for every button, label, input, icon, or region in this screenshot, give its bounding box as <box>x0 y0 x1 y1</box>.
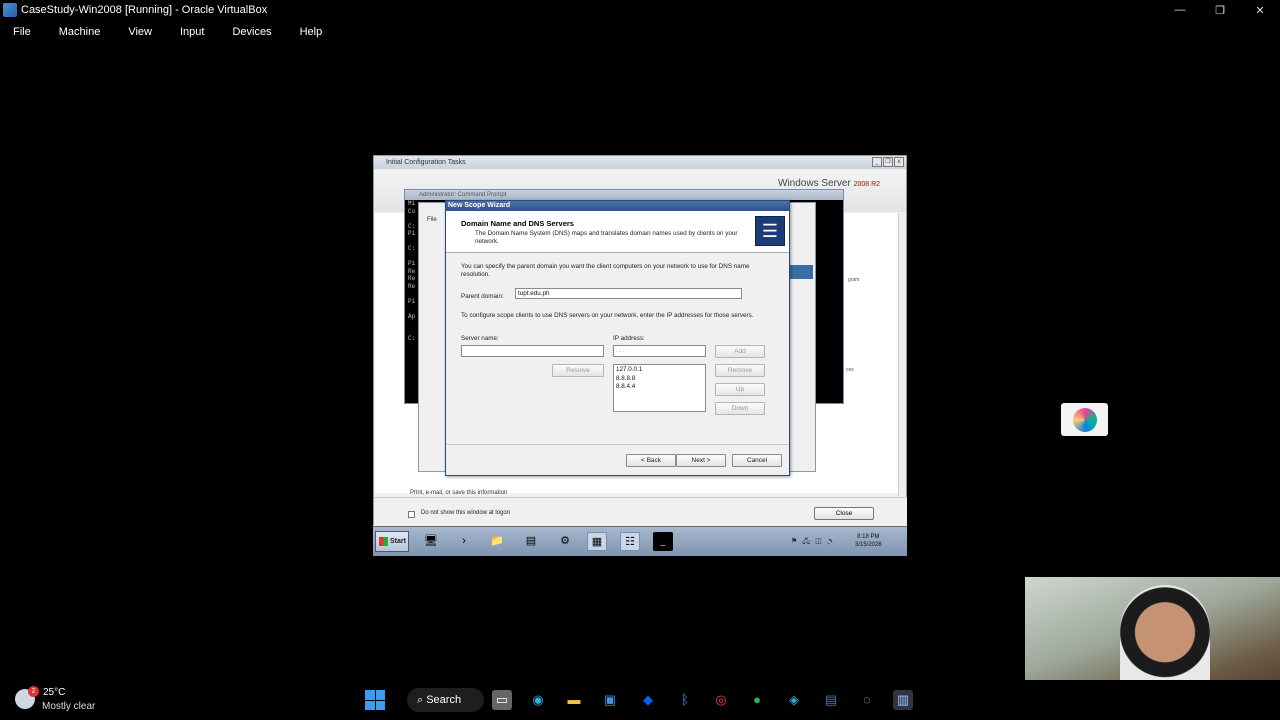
new-scope-wizard[interactable]: New Scope Wizard Domain Name and DNS Ser… <box>445 200 790 476</box>
network-icon[interactable]: ▦ <box>587 532 607 551</box>
server-name-label: Server name: <box>461 335 499 342</box>
remove-button[interactable]: Remove <box>715 364 765 377</box>
mmc-menu-file[interactable]: File <box>427 217 437 223</box>
ip-address-input[interactable]: . . . <box>613 345 706 357</box>
list-item[interactable]: 8.8.8.8 <box>616 375 703 384</box>
menu-machine[interactable]: Machine <box>45 22 115 42</box>
explorer-icon[interactable]: 📁 <box>487 532 507 551</box>
virtualbox-icon <box>3 3 17 17</box>
next-button[interactable]: Next > <box>676 454 726 467</box>
ict-close-button[interactable]: Close <box>814 507 874 520</box>
vbox-menubar: File Machine View Input Devices Help <box>0 22 336 42</box>
vbox-titlebar: CaseStudy-Win2008 [Running] - Oracle Vir… <box>0 0 1280 20</box>
window-title: CaseStudy-Win2008 [Running] - Oracle Vir… <box>21 4 268 16</box>
ict-close-icon[interactable]: x <box>894 157 904 167</box>
guest-taskbar: Start 🖥 › 📁 ▤ ⚙ ▦ ☷ _ ⚑🖧◫🔊 8:18 PM 3/15/… <box>373 526 907 556</box>
server-manager-icon[interactable]: 🖥 <box>421 532 441 551</box>
start-button[interactable]: Start <box>375 531 409 552</box>
back-button[interactable]: < Back <box>626 454 676 467</box>
window-controls: — ❐ ✕ <box>1160 0 1280 20</box>
windows-start-icon[interactable] <box>365 690 385 710</box>
cancel-button[interactable]: Cancel <box>732 454 782 467</box>
system-tray[interactable]: ⚑🖧◫🔊 <box>791 537 840 548</box>
mmc-side-text-1: gram <box>848 277 860 283</box>
weather-condition[interactable]: Mostly clear <box>42 701 95 712</box>
wizard-header: Domain Name and DNS Servers The Domain N… <box>446 211 789 253</box>
guest-screen[interactable]: Initial Configuration Tasks _ ❐ x Window… <box>373 155 907 556</box>
notepad-icon[interactable]: ▤ <box>821 690 841 710</box>
vscode-icon[interactable]: ◈ <box>784 690 804 710</box>
tools-icon[interactable]: ⚙ <box>555 532 575 551</box>
close-icon[interactable]: ✕ <box>1240 0 1280 20</box>
bluetooth-icon[interactable]: ᛒ <box>675 690 695 710</box>
wizard-intro: You can specify the parent domain you wa… <box>461 263 750 278</box>
menu-help[interactable]: Help <box>286 22 337 42</box>
guest-clock: 8:18 PM 3/15/2026 <box>855 534 882 548</box>
server-name-input[interactable] <box>461 345 604 357</box>
minimize-icon[interactable]: — <box>1160 0 1200 20</box>
weather-badge: 2 <box>28 686 39 697</box>
ict-scrollbar[interactable] <box>898 213 906 496</box>
obs-icon[interactable]: ◌ <box>857 690 877 710</box>
print-email-save-link[interactable]: Print, e-mail, or save this information <box>410 490 507 496</box>
dns-ip-list[interactable]: 127.0.0.1 8.8.8.8 8.8.4.4 <box>613 364 706 412</box>
store-icon[interactable]: ▣ <box>600 690 620 710</box>
dont-show-checkbox[interactable] <box>408 511 415 518</box>
menu-devices[interactable]: Devices <box>218 22 285 42</box>
recorder-logo-icon <box>1072 407 1097 432</box>
dropbox-icon[interactable]: ◆ <box>638 690 658 710</box>
edge-icon[interactable]: ◉ <box>528 690 548 710</box>
wizard-title: New Scope Wizard <box>446 201 789 211</box>
dhcp-icon[interactable]: ☷ <box>620 532 640 551</box>
task-view-icon[interactable]: ▭ <box>492 690 512 710</box>
mmc-side-text-2: ces <box>846 367 854 373</box>
dont-show-label: Do not show this window at logon <box>421 510 511 516</box>
spotify-icon[interactable]: ● <box>747 690 767 710</box>
dns-server-icon: ☰ <box>755 216 785 246</box>
screen-recorder-widget[interactable] <box>1061 403 1108 436</box>
wizard-divider <box>446 444 789 445</box>
ict-restore-icon[interactable]: ❐ <box>883 157 893 167</box>
configure-dns-text: To configure scope clients to use DNS se… <box>461 312 754 319</box>
ict-titlebar: Initial Configuration Tasks _ ❐ x <box>374 156 906 169</box>
windows-server-logo: Windows Server 2008 R2 <box>778 178 881 189</box>
command-prompt-icon[interactable]: _ <box>653 532 673 551</box>
powershell-icon[interactable]: › <box>454 532 474 551</box>
ict-minimize-icon[interactable]: _ <box>872 157 882 167</box>
cmd-title: Administrator: Command Prompt <box>405 190 843 200</box>
weather-temperature[interactable]: 25°C <box>43 687 65 698</box>
ict-title: Initial Configuration Tasks <box>386 159 466 166</box>
restore-icon[interactable]: ❐ <box>1200 0 1240 20</box>
list-item[interactable]: 8.8.4.4 <box>616 383 703 392</box>
list-item[interactable]: 127.0.0.1 <box>616 366 703 375</box>
chrome-icon[interactable]: ◎ <box>711 690 731 710</box>
parent-domain-input[interactable]: tupt.edu.ph <box>515 288 742 299</box>
menu-file[interactable]: File <box>0 22 45 42</box>
file-explorer-icon[interactable]: ▬ <box>564 690 584 710</box>
virtualbox-taskbar-icon[interactable]: ▥ <box>893 690 913 710</box>
ip-address-label: IP address: <box>613 335 645 342</box>
add-button[interactable]: Add <box>715 345 765 358</box>
up-button[interactable]: Up <box>715 383 765 396</box>
parent-domain-label: Parent domain: <box>461 293 504 300</box>
wizard-heading: Domain Name and DNS Servers <box>461 219 574 228</box>
wizard-subheading: The Domain Name System (DNS) maps and tr… <box>475 230 738 245</box>
taskbar-search[interactable]: ⌕ Search <box>407 688 484 712</box>
resolve-button[interactable]: Resolve <box>552 364 604 377</box>
menu-input[interactable]: Input <box>166 22 218 42</box>
ict-bottom-bar: Do not show this window at logon Close <box>374 497 907 527</box>
menu-view[interactable]: View <box>114 22 166 42</box>
tasks-icon[interactable]: ▤ <box>521 532 541 551</box>
down-button[interactable]: Down <box>715 402 765 415</box>
